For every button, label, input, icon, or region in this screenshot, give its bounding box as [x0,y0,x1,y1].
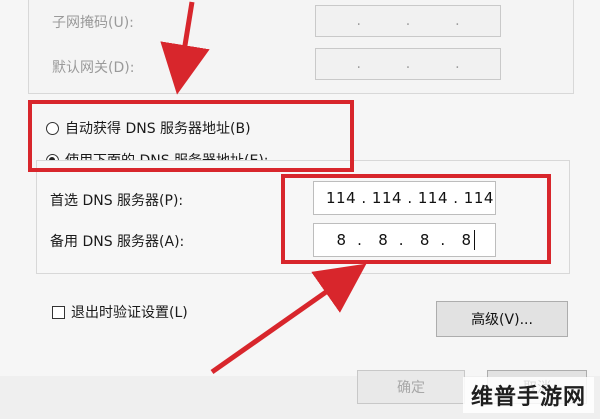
watermark-text: 维普手游网 [462,377,594,413]
arrow-up-icon [210,263,367,375]
annotation-arrows [160,1,367,375]
arrow-down-icon [160,1,210,95]
ipv4-properties-dialog: 子网掩码(U): . . . 默认网关(D): . . . 自动获得 DNS 服… [0,0,600,419]
